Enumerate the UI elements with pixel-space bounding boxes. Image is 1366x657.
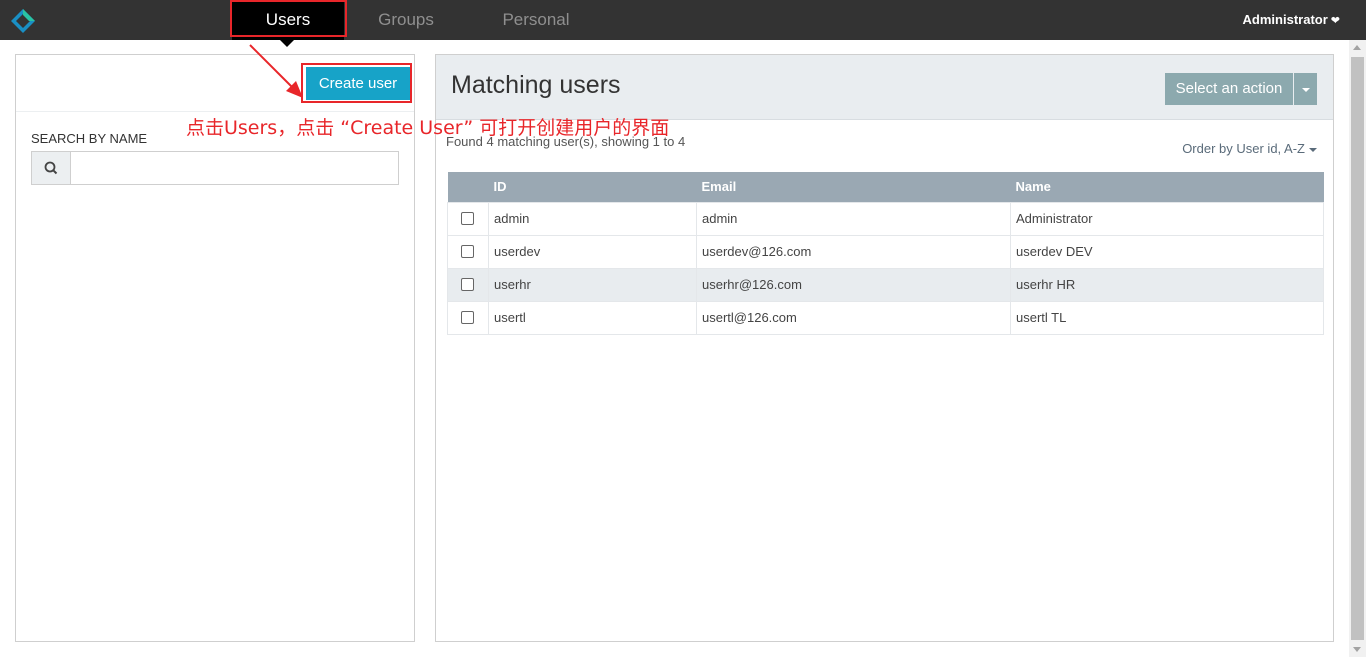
select-column-header [447, 172, 489, 202]
scroll-down-icon[interactable] [1353, 647, 1361, 652]
users-tab-highlight [230, 0, 347, 37]
column-header-id[interactable]: ID [488, 172, 697, 202]
logo-icon[interactable] [10, 8, 36, 34]
search-group [31, 151, 399, 185]
row-checkbox[interactable] [461, 245, 474, 258]
select-action-button[interactable]: Select an action [1165, 73, 1293, 105]
caret-down-icon [1302, 88, 1310, 92]
cell-email: userdev@126.com [696, 234, 1011, 269]
caret-down-icon [1309, 147, 1317, 152]
order-by-dropdown[interactable]: Order by User id, A-Z [1182, 141, 1317, 156]
search-label: SEARCH BY NAME [31, 131, 148, 146]
cell-email: userhr@126.com [696, 267, 1011, 302]
chevron-down-icon: ❤ [1330, 15, 1340, 27]
cell-id: usertl [488, 300, 697, 335]
scroll-up-icon[interactable] [1353, 45, 1361, 50]
cell-id: userdev [488, 234, 697, 269]
table-row[interactable]: usertl usertl@126.com usertl TL [447, 300, 1324, 335]
cell-name: Administrator [1010, 201, 1324, 236]
top-navbar: Users Groups Personal Administrator ❤ [0, 0, 1366, 40]
page-title: Matching users [451, 71, 621, 99]
cell-email: admin [696, 201, 1011, 236]
search-addon [32, 152, 71, 184]
annotation-note: 点击Users，点击 “Create User” 可打开创建用户的界面 [186, 117, 670, 139]
table-header-row: ID Email Name [447, 172, 1324, 202]
row-checkbox[interactable] [461, 278, 474, 291]
table-row[interactable]: userdev userdev@126.com userdev DEV [447, 234, 1324, 269]
row-checkbox[interactable] [461, 212, 474, 225]
cell-name: userdev DEV [1010, 234, 1324, 269]
user-menu-label: Administrator [1242, 12, 1328, 27]
cell-name: usertl TL [1010, 300, 1324, 335]
page-scrollbar[interactable] [1349, 40, 1366, 657]
row-checkbox[interactable] [461, 311, 474, 324]
column-header-email[interactable]: Email [696, 172, 1011, 202]
search-icon [44, 161, 58, 175]
results-header: Matching users Select an action [436, 55, 1333, 120]
users-table: ID Email Name admin admin Administrator … [447, 172, 1324, 335]
scrollbar-thumb[interactable] [1351, 57, 1364, 640]
results-panel: Matching users Select an action Found 4 … [435, 54, 1334, 642]
tab-personal[interactable]: Personal [490, 0, 582, 40]
table-row[interactable]: admin admin Administrator [447, 201, 1324, 236]
search-panel: Create user SEARCH BY NAME [15, 54, 415, 642]
cell-email: usertl@126.com [696, 300, 1011, 335]
cell-id: admin [488, 201, 697, 236]
search-input[interactable] [72, 152, 398, 184]
cell-id: userhr [488, 267, 697, 302]
user-menu[interactable]: Administrator ❤ [1243, 0, 1340, 40]
create-user-highlight [301, 63, 412, 103]
select-action-dropdown[interactable] [1294, 73, 1317, 105]
tab-groups[interactable]: Groups [366, 0, 446, 40]
table-row[interactable]: userhr userhr@126.com userhr HR [447, 267, 1324, 302]
order-by-label: Order by User id, A-Z [1182, 141, 1305, 156]
cell-name: userhr HR [1010, 267, 1324, 302]
column-header-name[interactable]: Name [1010, 172, 1324, 202]
annotation-arrow-icon [249, 44, 303, 98]
